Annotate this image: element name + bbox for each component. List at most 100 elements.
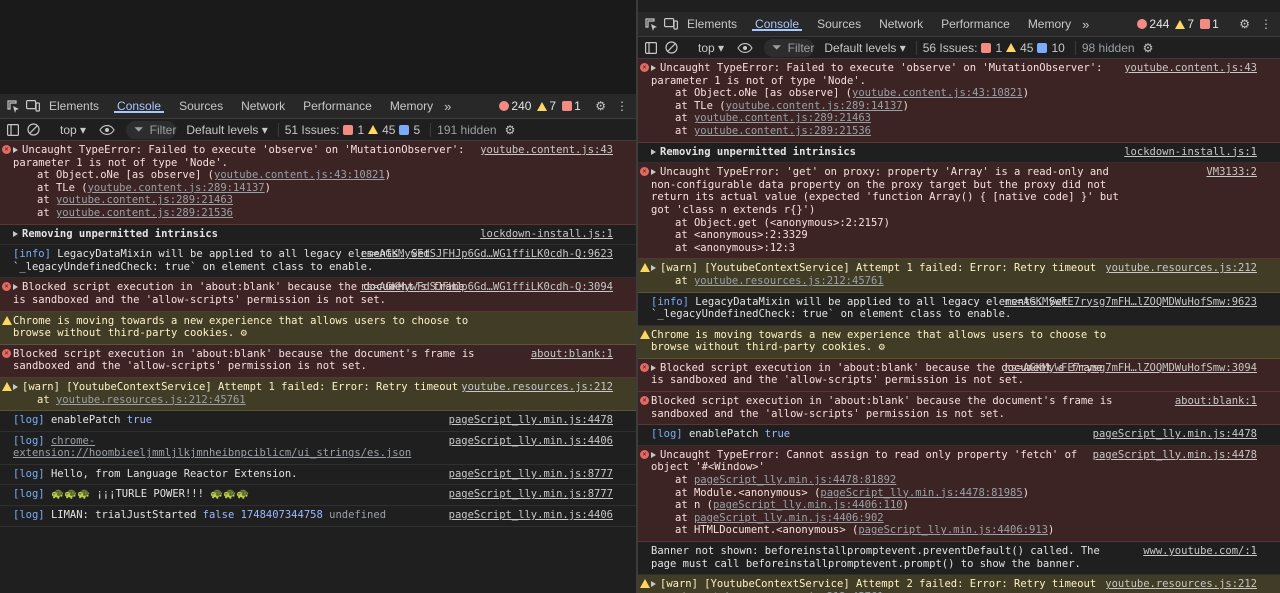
stack-frame-link[interactable]: youtube.resources.js:212:45761 [694, 275, 884, 287]
stack-frame-link[interactable]: youtube.resources.js:212:45761 [56, 394, 246, 406]
console-message-warn[interactable]: [warn] [YoutubeContextService] Attempt 1… [0, 377, 636, 412]
console-message-warn[interactable]: [warn] [YoutubeContextService] Attempt 2… [638, 575, 1280, 593]
tab-sources[interactable]: Sources [808, 17, 870, 31]
message-source-link[interactable]: about:blank:1 [531, 348, 613, 361]
expand-arrow-icon[interactable] [651, 581, 656, 588]
message-source-link[interactable]: lockdown-install.js:1 [480, 228, 613, 241]
message-source-link[interactable]: youtube.resources.js:212 [461, 381, 613, 394]
inspect-element-icon[interactable] [6, 99, 20, 113]
message-source-link[interactable]: youtube.content.js:43 [480, 144, 613, 157]
stack-frame-link[interactable]: youtube.content.js:289:14137 [88, 182, 265, 194]
more-options-icon[interactable]: ⋮ [616, 99, 628, 113]
tab-console[interactable]: Console [746, 17, 808, 31]
more-tabs-icon[interactable]: » [444, 99, 451, 114]
stack-frame-link[interactable]: pageScript_lly.min.js:4478:81985 [820, 487, 1022, 499]
console-message-error[interactable]: ✕ Uncaught TypeError: Failed to execute '… [638, 59, 1280, 143]
tab-elements[interactable]: Elements [678, 17, 746, 31]
message-source-link[interactable]: pageScript_lly.min.js:4478 [1093, 449, 1257, 462]
tab-sources[interactable]: Sources [170, 99, 232, 113]
message-source-link[interactable]: rs=AGKMywFE7rysg7mFH…lZOQMDWuHofSmw:9623 [1004, 296, 1257, 309]
issues-counter[interactable]: 51 Issues: 1 45 5 [277, 122, 420, 137]
clear-console-icon[interactable] [26, 123, 40, 137]
console-message-warn[interactable]: [warn] [YoutubeContextService] Attempt 1… [638, 259, 1280, 293]
stack-frame-link[interactable]: youtube.content.js:289:21463 [694, 112, 871, 124]
expand-arrow-icon[interactable] [651, 451, 656, 458]
tab-console[interactable]: Console [108, 99, 170, 113]
tab-performance[interactable]: Performance [932, 17, 1019, 31]
message-source-link[interactable]: about:blank:1 [1175, 395, 1257, 408]
sidebar-toggle-icon[interactable] [6, 123, 20, 137]
more-options-icon[interactable]: ⋮ [1260, 17, 1272, 31]
console-message-error[interactable]: ✕ Uncaught TypeError: Cannot assign to re… [638, 445, 1280, 542]
stack-frame-link[interactable]: youtube.content.js:289:21536 [694, 125, 871, 137]
expand-arrow-icon[interactable] [651, 65, 656, 71]
message-link[interactable]: chrome-extension://hoombieeljmmljlkjmnhe… [13, 435, 411, 460]
console-message-error[interactable]: ✕ Blocked script execution in 'about:blan… [638, 358, 1280, 393]
console-settings-gear-icon[interactable]: ⚙ [1143, 41, 1154, 55]
error-warning-counts[interactable]: 244 7 1 [1137, 17, 1219, 31]
message-source-link[interactable]: youtube.resources.js:212 [1105, 578, 1257, 591]
console-message-error[interactable]: ✕ Uncaught TypeError: Failed to execute '… [0, 141, 636, 225]
message-source-link[interactable]: rs=AGKMywFdSJFHJp6Gd…WG1ffiLK0cdh-Q:9623 [360, 248, 613, 261]
console-message-error[interactable]: ✕ Uncaught TypeError: 'get' on proxy: pro… [638, 163, 1280, 260]
stack-frame-link[interactable]: youtube.content.js:289:21463 [56, 194, 233, 206]
cookie-icon[interactable]: ⚙ [234, 327, 247, 339]
message-source-link[interactable]: pageScript_lly.min.js:4406 [449, 435, 613, 448]
stack-frame-link[interactable]: pageScript_lly.min.js:4406:902 [694, 512, 884, 524]
message-source-link[interactable]: pageScript_lly.min.js:8777 [449, 468, 613, 481]
message-source-link[interactable]: youtube.resources.js:212 [1105, 262, 1257, 275]
clear-console-icon[interactable] [664, 41, 678, 55]
stack-frame-link[interactable]: pageScript_lly.min.js:4478:81892 [694, 474, 896, 486]
tab-network[interactable]: Network [870, 17, 932, 31]
tab-memory[interactable]: Memory [1019, 17, 1080, 31]
message-source-link[interactable]: pageScript_lly.min.js:8777 [449, 488, 613, 501]
message-source-link[interactable]: www.youtube.com/:1 [1143, 545, 1257, 558]
expand-arrow-icon[interactable] [13, 147, 18, 153]
message-source-link[interactable]: rs=AGKMywFdSJFHJp6Gd…WG1ffiLK0cdh-Q:3094 [360, 281, 613, 294]
console-settings-gear-icon[interactable]: ⚙ [505, 123, 516, 137]
error-warning-counts[interactable]: 240 7 1 [499, 99, 581, 113]
message-source-link[interactable]: pageScript_lly.min.js:4478 [1093, 428, 1257, 441]
stack-frame-link[interactable]: pageScript_lly.min.js:4406:913 [858, 524, 1048, 536]
expand-arrow-icon[interactable] [13, 383, 18, 390]
settings-gear-icon[interactable]: ⚙ [1239, 17, 1250, 31]
expand-arrow-icon[interactable] [13, 230, 18, 237]
tab-memory[interactable]: Memory [381, 99, 442, 113]
stack-frame-link[interactable]: youtube.content.js:43:10821 [214, 169, 385, 181]
context-selector[interactable]: top ▾ [698, 41, 724, 55]
message-source-link[interactable]: lockdown-install.js:1 [1124, 146, 1257, 159]
console-message-error[interactable]: ✕ Blocked script execution in 'about:blan… [0, 278, 636, 312]
cookie-icon[interactable]: ⚙ [872, 341, 885, 353]
stack-frame-link[interactable]: youtube.content.js:289:21536 [56, 207, 233, 219]
filter-input[interactable]: ⏷ Filter [764, 38, 815, 57]
expand-arrow-icon[interactable] [651, 169, 656, 176]
sidebar-toggle-icon[interactable] [644, 41, 658, 55]
message-source-link[interactable]: pageScript_lly.min.js:4478 [449, 414, 613, 427]
message-source-link[interactable]: rs=AGKMywFE7rysg7mFH…lZOQMDWuHofSmw:3094 [1004, 362, 1257, 375]
tab-elements[interactable]: Elements [40, 99, 108, 113]
issues-counter[interactable]: 56 Issues: 1 45 10 [915, 40, 1065, 55]
device-toolbar-icon[interactable] [26, 99, 40, 113]
live-expression-eye-icon[interactable] [736, 41, 754, 55]
inspect-element-icon[interactable] [644, 17, 658, 31]
message-source-link[interactable]: youtube.content.js:43 [1124, 62, 1257, 75]
expand-arrow-icon[interactable] [651, 364, 656, 371]
message-source-link[interactable]: VM3133:2 [1206, 166, 1257, 179]
device-toolbar-icon[interactable] [664, 17, 678, 31]
stack-frame-link[interactable]: youtube.content.js:43:10821 [852, 87, 1023, 99]
tab-network[interactable]: Network [232, 99, 294, 113]
expand-arrow-icon[interactable] [13, 284, 18, 291]
settings-gear-icon[interactable]: ⚙ [595, 99, 606, 113]
log-levels-dropdown[interactable]: Default levels ▾ [824, 41, 905, 55]
expand-arrow-icon[interactable] [651, 265, 656, 272]
filter-input[interactable]: ⏷ Filter [126, 120, 177, 139]
context-selector[interactable]: top ▾ [60, 123, 86, 137]
tab-performance[interactable]: Performance [294, 99, 381, 113]
live-expression-eye-icon[interactable] [98, 123, 116, 137]
message-source-link[interactable]: pageScript_lly.min.js:4406 [449, 509, 613, 522]
stack-frame-link[interactable]: youtube.content.js:289:14137 [726, 100, 903, 112]
stack-frame-link[interactable]: pageScript_lly.min.js:4406:110 [713, 499, 903, 511]
log-levels-dropdown[interactable]: Default levels ▾ [186, 123, 267, 137]
expand-arrow-icon[interactable] [651, 148, 656, 155]
more-tabs-icon[interactable]: » [1082, 17, 1089, 32]
